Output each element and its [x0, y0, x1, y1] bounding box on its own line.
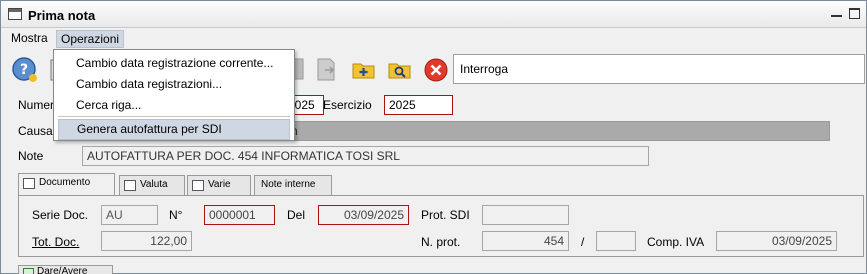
- tot-doc-field[interactable]: 122,00: [101, 231, 192, 251]
- tab-note-interne[interactable]: Note interne: [254, 175, 332, 195]
- prima-nota-window: Prima nota Mostra Operazioni ? Interroga…: [0, 0, 867, 274]
- serie-doc-field[interactable]: AU: [101, 205, 158, 225]
- numero-doc-label: N°: [169, 208, 183, 222]
- comp-iva-label: Comp. IVA: [647, 235, 705, 249]
- n-prot-field[interactable]: 454: [482, 231, 569, 251]
- interroga-field[interactable]: Interroga: [453, 54, 865, 84]
- menu-item-genera-autofattura[interactable]: Genera autofattura per SDI: [58, 119, 290, 140]
- tot-doc-label: Tot. Doc.: [32, 235, 80, 249]
- folder-search-icon[interactable]: [386, 56, 414, 84]
- prot-sdi-field[interactable]: [482, 205, 569, 225]
- note-field[interactable]: AUTOFATTURA PER DOC. 454 INFORMATICA TOS…: [82, 146, 649, 166]
- causale-field[interactable]: n: [286, 121, 830, 141]
- menu-mostra[interactable]: Mostra: [7, 30, 52, 48]
- del-date-field[interactable]: 03/09/2025: [318, 205, 409, 225]
- causale-label: Causa: [18, 124, 53, 138]
- title-bar: Prima nota: [1, 1, 866, 28]
- tab-documento-label: Documento: [39, 177, 91, 188]
- folder-add-icon[interactable]: [350, 56, 378, 84]
- menu-bar: Mostra Operazioni: [1, 28, 866, 49]
- tab-varie[interactable]: Varie: [187, 175, 251, 195]
- grid-icon: [23, 268, 34, 274]
- tab-valuta-label: Valuta: [140, 179, 168, 190]
- menu-operazioni[interactable]: Operazioni: [56, 30, 125, 48]
- comp-iva-field[interactable]: 03/09/2025: [716, 231, 837, 251]
- prot-sdi-label: Prot. SDI: [421, 208, 470, 222]
- maximize-button[interactable]: [849, 8, 860, 19]
- esercizio-field[interactable]: 2025: [384, 95, 453, 115]
- esercizio-label: Esercizio: [323, 98, 372, 112]
- window-icon: [8, 8, 22, 20]
- note-label: Note: [18, 149, 44, 163]
- currency-icon: [124, 180, 136, 191]
- tab-varie-label: Varie: [208, 179, 231, 190]
- help-icon[interactable]: ?: [11, 56, 39, 84]
- svg-text:?: ?: [20, 62, 28, 78]
- minimize-button[interactable]: [831, 15, 842, 17]
- numero-label: Numer: [18, 98, 55, 112]
- n-prot-suffix-field[interactable]: [596, 231, 636, 251]
- n-prot-label: N. prot.: [421, 235, 461, 249]
- menu-item-cambio-data-corrente[interactable]: Cambio data registrazione corrente...: [54, 53, 294, 74]
- n-prot-separator: /: [581, 235, 585, 249]
- dare-avere-button[interactable]: Dare/Avere: [18, 265, 113, 274]
- numero-doc-field[interactable]: 0000001: [204, 205, 275, 225]
- cancel-icon[interactable]: [422, 56, 450, 84]
- document-icon: [23, 178, 35, 189]
- operazioni-menu: Cambio data registrazione corrente... Ca…: [53, 49, 295, 141]
- tab-documento[interactable]: Documento: [18, 173, 115, 195]
- calendar-icon: [192, 180, 204, 191]
- menu-item-cambio-data-registrazioni[interactable]: Cambio data registrazioni...: [54, 74, 294, 95]
- dare-avere-label: Dare/Avere: [37, 266, 88, 274]
- tab-valuta[interactable]: Valuta: [119, 175, 185, 195]
- del-label: Del: [287, 208, 306, 222]
- menu-item-cerca-riga[interactable]: Cerca riga...: [54, 95, 294, 116]
- menu-separator: [58, 116, 290, 117]
- serie-doc-label: Serie Doc.: [32, 208, 89, 222]
- window-title: Prima nota: [28, 8, 96, 23]
- page-export-icon[interactable]: [313, 56, 341, 84]
